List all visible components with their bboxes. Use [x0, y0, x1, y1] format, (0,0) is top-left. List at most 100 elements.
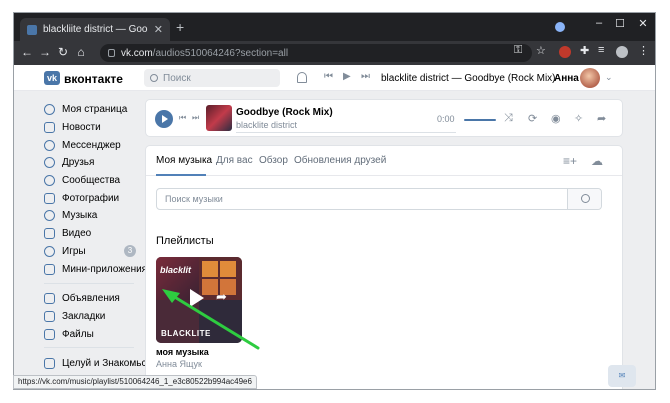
back-button[interactable]: ← — [20, 45, 34, 59]
add-to-library-icon[interactable]: + — [168, 289, 176, 305]
friends-icon — [44, 156, 55, 168]
tab-title: blackliite district — Goodbye (Ro — [43, 24, 148, 35]
groups-icon — [44, 174, 55, 186]
extensions-puzzle-icon[interactable]: ✚ — [580, 44, 589, 57]
reload-button[interactable]: ↻ — [56, 45, 70, 59]
music-icon — [44, 209, 55, 221]
sidebar-item-friends[interactable]: Друзья — [44, 154, 94, 170]
search-button[interactable] — [567, 189, 601, 209]
notifications-bell-icon[interactable] — [297, 72, 307, 83]
playlist-name[interactable]: моя музыка — [156, 347, 209, 357]
playlist-play-icon[interactable] — [190, 289, 204, 307]
next-track-icon[interactable]: ⏭ — [192, 113, 199, 123]
sidebar-item-video[interactable]: Видео — [44, 225, 91, 241]
chat-widget-button[interactable]: ✉ — [608, 365, 636, 387]
audio-player: ⏮ ⏭ Goodbye (Rock Mix) blacklite distric… — [145, 99, 623, 137]
left-sidebar: Моя страница Новости Мессенджер Друзья С… — [14, 91, 152, 389]
tab-close-icon[interactable]: ✕ — [154, 23, 163, 36]
sidebar-item-messenger[interactable]: Мессенджер — [44, 137, 121, 153]
header-play-icon[interactable]: ▶ — [343, 71, 351, 82]
add-playlist-icon[interactable]: ≡+ — [563, 154, 577, 168]
tab-friends-updates[interactable]: Обновления друзей — [294, 155, 386, 166]
track-artist[interactable]: blacklite district — [236, 120, 297, 130]
sidebar-item-music[interactable]: Музыка — [44, 207, 97, 223]
files-icon — [44, 328, 55, 340]
cover-tile — [220, 261, 236, 277]
sidebar-item-games[interactable]: Игры 3 — [44, 243, 139, 259]
header-now-playing[interactable]: blacklite district — Goodbye (Rock Mix) — [381, 73, 556, 84]
music-content: Моя музыка Для вас Обзор Обновления друз… — [145, 145, 623, 389]
browser-titlebar: blackliite district — Goodbye (Ro ✕ + – … — [14, 13, 655, 41]
menu-kebab-icon[interactable]: ⋮ — [638, 44, 649, 57]
media-control-icon[interactable]: ≡ — [598, 44, 604, 56]
vk-wordmark[interactable]: вконтакте — [64, 72, 123, 86]
sidebar-divider — [44, 347, 134, 348]
sidebar-item-photos[interactable]: Фотографии — [44, 190, 119, 206]
close-window-button[interactable]: ✕ — [634, 17, 652, 30]
repeat-icon[interactable]: ⟳ — [528, 112, 537, 125]
news-icon — [44, 121, 55, 133]
profile-indicator-icon[interactable] — [555, 22, 565, 32]
maximize-button[interactable]: ☐ — [611, 17, 629, 30]
star-bookmark-icon[interactable]: ☆ — [536, 44, 546, 57]
extension-icon[interactable] — [559, 46, 571, 58]
header-prev-icon[interactable]: ⏮ — [324, 71, 333, 82]
url-text: vk.com/audios510064246?section=all — [121, 47, 289, 59]
vk-logo-icon[interactable]: vk — [44, 71, 60, 85]
music-search-placeholder: Поиск музыки — [165, 194, 223, 204]
sidebar-item-bookmarks[interactable]: Закладки — [44, 308, 105, 324]
tab-overview[interactable]: Обзор — [259, 155, 288, 166]
sidebar-item-groups[interactable]: Сообщества — [44, 172, 120, 188]
browser-window: blackliite district — Goodbye (Ro ✕ + – … — [13, 12, 656, 390]
header-next-icon[interactable]: ⏭ — [361, 71, 370, 82]
browser-tab[interactable]: blackliite district — Goodbye (Ro ✕ — [20, 18, 170, 41]
bookmark-icon — [44, 310, 55, 322]
status-bar-url: https://vk.com/music/playlist/510064246_… — [13, 375, 257, 389]
apps-icon — [44, 263, 55, 275]
music-search-input[interactable]: Поиск музыки — [156, 188, 602, 210]
cover-text: blacklit — [160, 265, 192, 275]
key-icon[interactable]: ⚿ — [514, 44, 522, 57]
share-icon[interactable]: ➦ — [597, 112, 606, 125]
new-tab-button[interactable]: + — [176, 19, 184, 35]
recommendations-icon[interactable]: ✧ — [574, 112, 583, 125]
games-icon — [44, 245, 55, 257]
track-time: 0:00 — [437, 114, 455, 124]
user-avatar[interactable] — [580, 68, 600, 88]
upload-icon[interactable]: ☁ — [591, 154, 603, 168]
vk-header: vk вконтакте Поиск ⏮ ▶ ⏭ blacklite distr… — [14, 65, 655, 91]
search-placeholder: Поиск — [163, 72, 191, 84]
sidebar-item-files[interactable]: Файлы — [44, 326, 94, 342]
broadcast-icon[interactable]: ◉ — [551, 112, 561, 125]
cover-bottom-text: BLACKLITE — [161, 329, 211, 338]
previous-track-icon[interactable]: ⏮ — [179, 113, 186, 123]
home-button[interactable]: ⌂ — [74, 45, 88, 59]
track-progress-bar[interactable] — [236, 132, 456, 133]
shuffle-icon[interactable]: ⤨ — [504, 112, 513, 125]
chat-icon — [44, 139, 55, 151]
sidebar-divider — [44, 283, 134, 284]
header-user-name[interactable]: Анна — [554, 73, 579, 84]
playlist-card[interactable]: blacklit + ➦ BLACKLITE — [156, 257, 242, 343]
sidebar-item-app[interactable]: Целуй и Знакомься — [44, 355, 152, 371]
playlist-owner[interactable]: Анна Ящук — [156, 359, 202, 369]
playlist-share-icon[interactable]: ➦ — [216, 289, 227, 305]
sidebar-item-my-page[interactable]: Моя страница — [44, 101, 127, 117]
profile-avatar-icon[interactable] — [616, 46, 628, 58]
games-badge: 3 — [124, 245, 136, 257]
volume-slider[interactable] — [464, 119, 496, 121]
forward-button[interactable]: → — [38, 45, 52, 59]
browser-toolbar: ← → ↻ ⌂ vk.com/audios510064246?section=a… — [14, 41, 655, 65]
play-button[interactable] — [155, 110, 173, 128]
sidebar-item-news[interactable]: Новости — [44, 119, 101, 135]
minimize-button[interactable]: – — [590, 17, 608, 29]
tab-my-music[interactable]: Моя музыка — [156, 155, 212, 166]
video-icon — [44, 227, 55, 239]
sidebar-item-ads[interactable]: Объявления — [44, 290, 120, 306]
sidebar-item-mini-apps[interactable]: Мини-приложения — [44, 261, 147, 277]
track-title: Goodbye (Rock Mix) — [236, 107, 333, 118]
vk-search-input[interactable]: Поиск — [144, 69, 280, 87]
chevron-down-icon[interactable]: ⌄ — [605, 72, 613, 83]
address-bar[interactable]: vk.com/audios510064246?section=all — [100, 44, 532, 62]
tab-for-you[interactable]: Для вас — [216, 155, 253, 166]
